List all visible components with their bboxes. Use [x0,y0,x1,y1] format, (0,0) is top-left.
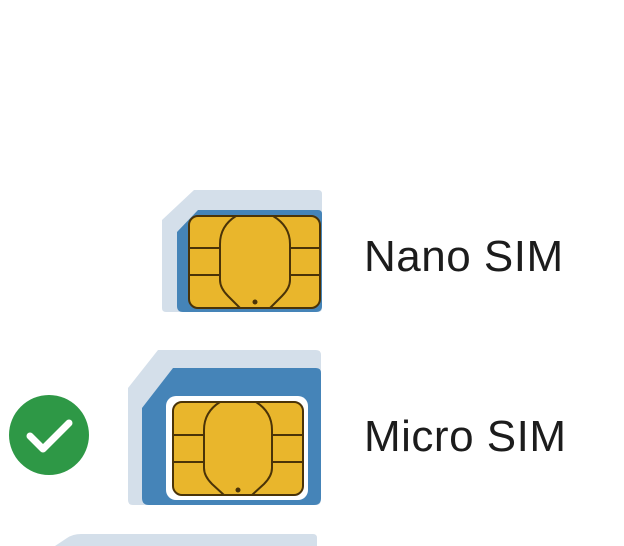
sim-option-nano[interactable]: Nano SIM [0,180,624,325]
sim-option-mini[interactable] [0,530,624,546]
micro-sim-label: Micro SIM [364,412,567,461]
nano-sim-label: Nano SIM [364,232,564,281]
nano-sim-icon [162,190,322,312]
sim-option-micro[interactable]: Micro SIM [0,340,624,510]
mini-sim-icon [55,534,317,546]
micro-sim-icon [128,350,321,505]
checkmark-circle-icon [9,395,89,475]
sim-size-selector: Nano SIM Micro SIM [0,0,624,546]
